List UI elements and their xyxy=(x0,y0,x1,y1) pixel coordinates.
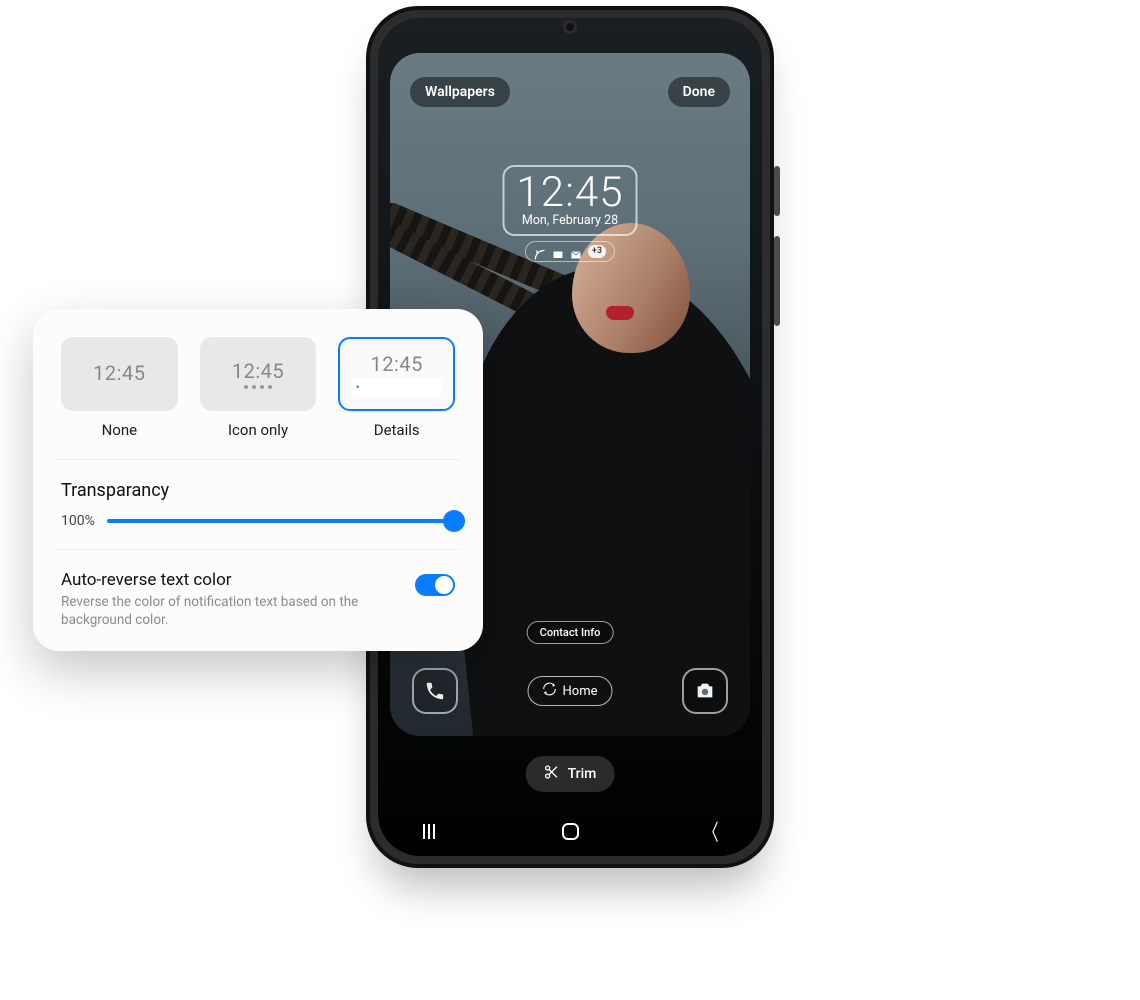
decorative-figure-lips xyxy=(606,306,634,320)
done-button[interactable]: Done xyxy=(668,77,730,107)
auto-reverse-title: Auto-reverse text color xyxy=(61,570,401,590)
phone-icon[interactable] xyxy=(300,720,360,780)
missed-call-icon xyxy=(534,246,546,258)
style-thumb-detail-row-icon xyxy=(352,378,442,396)
clock-date: Mon, February 28 xyxy=(516,213,623,228)
trim-button[interactable]: Trim xyxy=(526,756,615,792)
switch-icon xyxy=(543,682,557,700)
slider-track[interactable] xyxy=(107,519,455,523)
style-option-none[interactable]: 12:45 None xyxy=(61,337,178,439)
messages-icon[interactable] xyxy=(204,720,264,780)
browser-icon[interactable] xyxy=(108,720,168,780)
notification-style-popover: 12:45 None 12:45 Icon only 12:45 Details… xyxy=(33,309,483,651)
style-option-label: Icon only xyxy=(200,421,317,439)
recents-button[interactable] xyxy=(418,820,440,842)
front-camera-icon xyxy=(563,20,577,34)
divider xyxy=(55,459,461,460)
divider xyxy=(55,549,461,550)
style-option-label: None xyxy=(61,421,178,439)
auto-reverse-toggle[interactable] xyxy=(415,574,455,596)
style-thumb-time: 12:45 xyxy=(93,361,145,385)
clock-widget[interactable]: 12:45 Mon, February 28 xyxy=(502,165,637,236)
style-thumb-time: 12:45 xyxy=(371,352,423,376)
message-icon xyxy=(552,246,564,258)
calculator-icon[interactable] xyxy=(972,720,1032,780)
notification-indicator[interactable]: +3 xyxy=(525,241,615,262)
home-toggle-chip[interactable]: Home xyxy=(528,676,613,706)
back-button[interactable]: 〈 xyxy=(703,820,718,842)
home-toggle-label: Home xyxy=(563,684,598,699)
auto-reverse-subtitle: Reverse the color of notification text b… xyxy=(61,593,371,629)
flashlight-icon[interactable] xyxy=(780,720,840,780)
style-option-label: Details xyxy=(338,421,455,439)
style-thumb-dots-icon xyxy=(244,385,272,389)
clock-time: 12:45 xyxy=(516,171,623,215)
style-option-details[interactable]: 12:45 Details xyxy=(338,337,455,439)
home-button[interactable] xyxy=(559,820,581,842)
volume-rocker-icon xyxy=(774,236,780,326)
transparency-value: 100% xyxy=(61,513,95,529)
auto-reverse-row[interactable]: Auto-reverse text color Reverse the colo… xyxy=(61,570,455,629)
clock-icon[interactable] xyxy=(876,720,936,780)
side-button-icon xyxy=(774,166,780,216)
style-thumb-time: 12:45 xyxy=(232,359,284,383)
android-navbar: 〈 xyxy=(418,820,722,842)
wallpapers-button[interactable]: Wallpapers xyxy=(410,77,510,107)
notification-count-badge: +3 xyxy=(588,245,606,258)
shortcut-camera[interactable] xyxy=(682,668,728,714)
trim-button-label: Trim xyxy=(568,766,597,782)
mail-icon xyxy=(570,246,582,258)
notification-style-options: 12:45 None 12:45 Icon only 12:45 Details xyxy=(61,337,455,439)
transparency-slider[interactable]: 100% xyxy=(61,513,455,529)
style-option-icon-only[interactable]: 12:45 Icon only xyxy=(200,337,317,439)
transparency-title: Transparancy xyxy=(61,480,455,501)
shortcut-phone[interactable] xyxy=(412,668,458,714)
slider-thumb[interactable] xyxy=(443,510,465,532)
contact-info-chip[interactable]: Contact Info xyxy=(527,621,614,644)
scissors-icon xyxy=(544,764,560,784)
